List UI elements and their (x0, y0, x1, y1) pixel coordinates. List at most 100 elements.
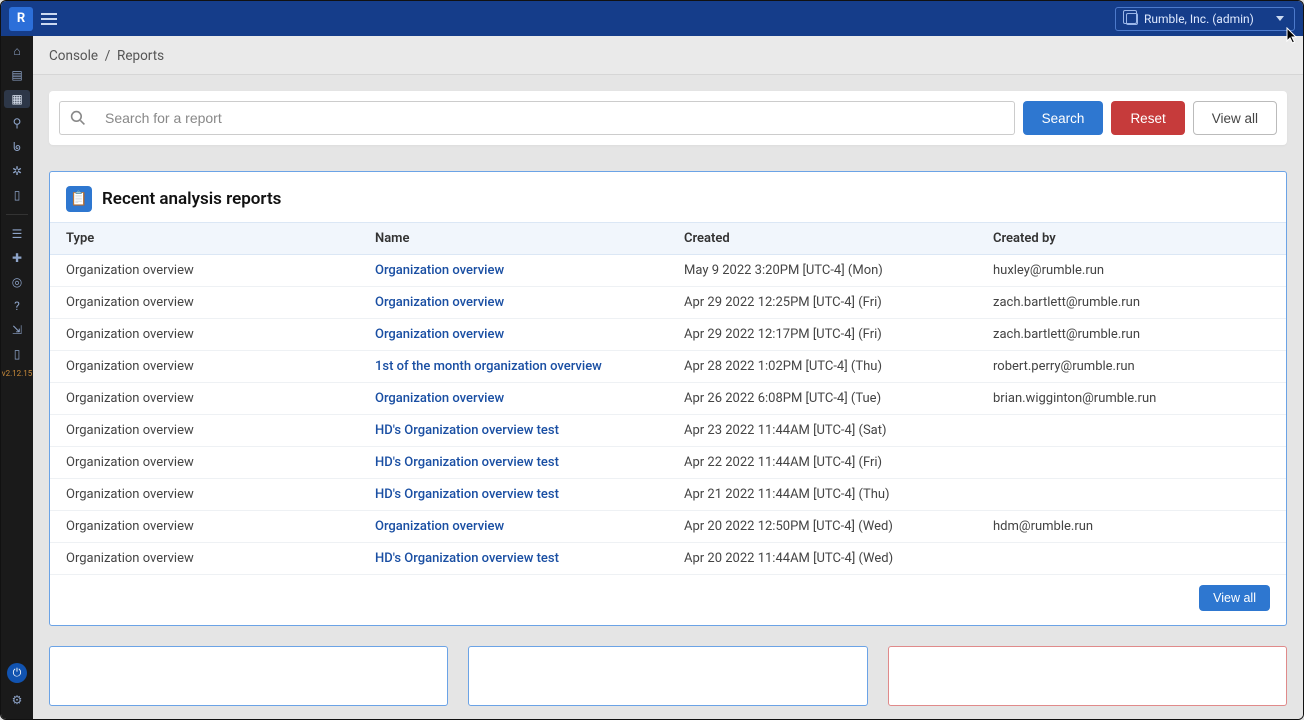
power-icon[interactable]: ⏻ (7, 663, 27, 683)
cell-created-by (977, 447, 1286, 479)
report-link[interactable]: Organization overview (375, 327, 504, 342)
viewall-button[interactable]: View all (1193, 101, 1277, 135)
col-created[interactable]: Created (668, 223, 977, 255)
table-row[interactable]: Organization overview Organization overvi… (50, 383, 1286, 415)
col-type[interactable]: Type (50, 223, 359, 255)
search-icon (59, 101, 95, 135)
cell-type: Organization overview (50, 351, 359, 383)
cell-name: Organization overview (359, 511, 668, 543)
org-icon (1126, 13, 1138, 25)
export-icon[interactable]: ⇲ (4, 321, 30, 339)
target-icon[interactable]: ◎ (4, 273, 30, 291)
cell-created-by: zach.bartlett@rumble.run (977, 287, 1286, 319)
report-link[interactable]: Organization overview (375, 263, 504, 278)
version-label: v2.12.15 (2, 369, 33, 378)
topbar: R Rumble, Inc. (admin) (1, 1, 1303, 36)
bookmark-icon[interactable]: ▯ (4, 186, 30, 204)
main-content[interactable]: Console / Reports Search Reset View all (33, 36, 1303, 719)
cell-created: Apr 23 2022 11:44AM [UTC-4] (Sat) (668, 415, 977, 447)
org-selector[interactable]: Rumble, Inc. (admin) (1115, 7, 1295, 31)
cell-name: Organization overview (359, 319, 668, 351)
chevron-down-icon (1276, 16, 1284, 21)
col-created-by[interactable]: Created by (977, 223, 1286, 255)
panel-title: Recent analysis reports (102, 189, 281, 209)
summary-card-2[interactable] (468, 646, 867, 706)
reset-button[interactable]: Reset (1111, 101, 1184, 135)
cell-created: Apr 29 2022 12:25PM [UTC-4] (Fri) (668, 287, 977, 319)
summary-card-1[interactable] (49, 646, 448, 706)
recent-reports-panel: 📋 Recent analysis reports Type Name Crea… (49, 171, 1287, 626)
panel-viewall-button[interactable]: View all (1199, 585, 1270, 611)
search-input[interactable] (95, 101, 1015, 135)
table-row[interactable]: Organization overview HD's Organization o… (50, 415, 1286, 447)
network-icon[interactable]: ᖚ (4, 138, 30, 156)
cell-type: Organization overview (50, 287, 359, 319)
breadcrumb-root[interactable]: Console (49, 48, 98, 64)
cell-created: Apr 20 2022 11:44AM [UTC-4] (Wed) (668, 543, 977, 575)
report-link[interactable]: 1st of the month organization overview (375, 359, 602, 374)
cell-created: Apr 29 2022 12:17PM [UTC-4] (Fri) (668, 319, 977, 351)
cell-name: Organization overview (359, 287, 668, 319)
app-logo[interactable]: R (9, 7, 33, 31)
cell-created: Apr 21 2022 11:44AM [UTC-4] (Thu) (668, 479, 977, 511)
table-row[interactable]: Organization overview Organization overvi… (50, 287, 1286, 319)
report-link[interactable]: HD's Organization overview test (375, 487, 559, 502)
table-row[interactable]: Organization overview Organization overvi… (50, 511, 1286, 543)
summary-card-3[interactable] (888, 646, 1287, 706)
alerts-icon[interactable]: ✲ (4, 162, 30, 180)
device-icon[interactable]: ▯ (4, 345, 30, 363)
cell-name: Organization overview (359, 383, 668, 415)
cell-created-by: huxley@rumble.run (977, 255, 1286, 287)
table-row[interactable]: Organization overview Organization overvi… (50, 319, 1286, 351)
cell-created: May 9 2022 3:20PM [UTC-4] (Mon) (668, 255, 977, 287)
cell-name: HD's Organization overview test (359, 415, 668, 447)
cell-type: Organization overview (50, 511, 359, 543)
cell-type: Organization overview (50, 383, 359, 415)
inventory-icon[interactable]: ▤ (4, 66, 30, 84)
cell-name: HD's Organization overview test (359, 543, 668, 575)
cell-name: HD's Organization overview test (359, 479, 668, 511)
cell-created-by (977, 543, 1286, 575)
reports-icon[interactable]: ▦ (4, 90, 30, 108)
table-row[interactable]: Organization overview HD's Organization o… (50, 479, 1286, 511)
search-tool-icon[interactable]: ⚲ (4, 114, 30, 132)
report-link[interactable]: HD's Organization overview test (375, 455, 559, 470)
cell-name: Organization overview (359, 255, 668, 287)
settings-icon[interactable]: ⚙ (4, 691, 30, 709)
report-link[interactable]: HD's Organization overview test (375, 551, 559, 566)
breadcrumb: Console / Reports (33, 36, 1303, 75)
menu-toggle-icon[interactable] (41, 13, 57, 25)
report-link[interactable]: Organization overview (375, 295, 504, 310)
cell-created: Apr 22 2022 11:44AM [UTC-4] (Fri) (668, 447, 977, 479)
table-row[interactable]: Organization overview HD's Organization o… (50, 543, 1286, 575)
cell-created-by (977, 415, 1286, 447)
cell-type: Organization overview (50, 319, 359, 351)
col-name[interactable]: Name (359, 223, 668, 255)
help-icon[interactable]: ? (4, 297, 30, 315)
cell-type: Organization overview (50, 543, 359, 575)
report-link[interactable]: Organization overview (375, 391, 504, 406)
search-card: Search Reset View all (49, 91, 1287, 145)
cell-created-by: zach.bartlett@rumble.run (977, 319, 1286, 351)
cell-type: Organization overview (50, 479, 359, 511)
cell-type: Organization overview (50, 415, 359, 447)
table-row[interactable]: Organization overview Organization overvi… (50, 255, 1286, 287)
sidebar: ⌂ ▤ ▦ ⚲ ᖚ ✲ ▯ ☰ ✚ ◎ ? ⇲ ▯ v2.12.15 ⏻ ⚙ (1, 36, 33, 719)
integrations-icon[interactable]: ✚ (4, 249, 30, 267)
cell-type: Organization overview (50, 255, 359, 287)
report-link[interactable]: Organization overview (375, 519, 504, 534)
org-label: Rumble, Inc. (admin) (1144, 12, 1254, 26)
dashboard-icon[interactable]: ⌂ (4, 42, 30, 60)
report-link[interactable]: HD's Organization overview test (375, 423, 559, 438)
cell-created: Apr 28 2022 1:02PM [UTC-4] (Thu) (668, 351, 977, 383)
cell-created: Apr 26 2022 6:08PM [UTC-4] (Tue) (668, 383, 977, 415)
table-row[interactable]: Organization overview 1st of the month or… (50, 351, 1286, 383)
cell-created: Apr 20 2022 12:50PM [UTC-4] (Wed) (668, 511, 977, 543)
cell-created-by: brian.wigginton@rumble.run (977, 383, 1286, 415)
report-icon: 📋 (66, 186, 92, 212)
table-row[interactable]: Organization overviewHD's Organization o… (50, 447, 1286, 479)
cell-created-by: hdm@rumble.run (977, 511, 1286, 543)
cell-created-by (977, 479, 1286, 511)
users-icon[interactable]: ☰ (4, 225, 30, 243)
search-button[interactable]: Search (1023, 101, 1104, 135)
